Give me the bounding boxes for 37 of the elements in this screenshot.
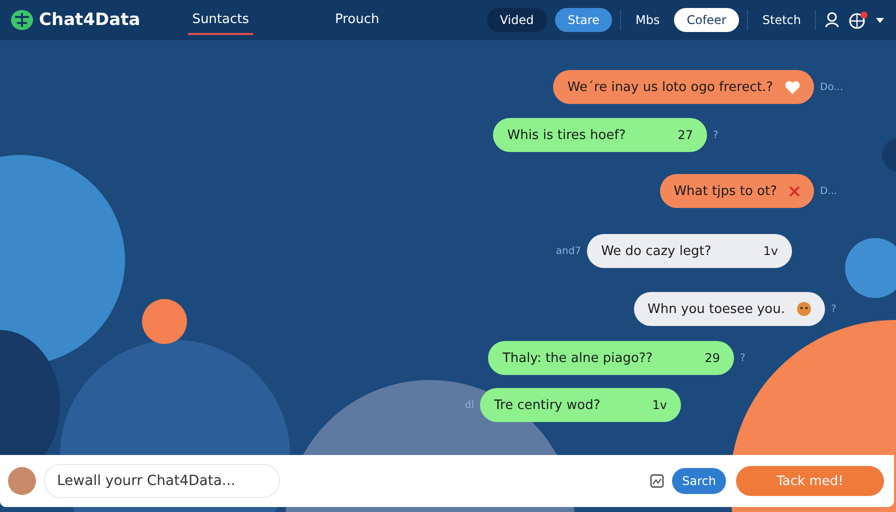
message-note: ? [713,130,720,140]
avatar [8,467,36,495]
decorative-circle [845,238,896,298]
message-text: Tre centiry wod? [494,398,600,412]
user-icon[interactable] [824,12,840,28]
caret-icon[interactable] [876,18,884,22]
nav-tab[interactable]: Suntacts [188,6,253,34]
message-time: 1v [762,244,778,258]
message-note: ? [831,304,838,314]
nav-button[interactable]: Stetch [756,8,807,32]
message-note: Do... [820,82,840,92]
globe-icon[interactable] [848,11,868,29]
nav-tab[interactable]: Prouch [331,6,384,34]
message-text: Whis is tires hoef? [507,128,626,142]
message-note: ? [740,352,746,364]
nav-button[interactable]: Mbs [629,8,666,32]
message-input[interactable]: Lewall yourr Chat4Data... [44,464,280,498]
nav-button[interactable]: Vided [486,8,547,32]
message-text: Thaly: the alne piago?? [502,350,653,366]
message-text: What tjps to ot? [674,184,777,198]
search-button[interactable]: Sarch [672,468,726,494]
message-time: 27 [676,128,693,142]
image-icon[interactable] [650,474,664,488]
logo-icon [10,9,34,31]
app-logo: Chat4Data [39,10,140,30]
message-text: We´re inay us loto ogo frerect.? [567,80,773,94]
heart-icon [785,80,800,94]
message-time: 1v [651,398,667,412]
message-text: We do cazy legt? [601,244,712,258]
message-note: dl [464,400,474,410]
nav-button[interactable]: Stare [554,8,612,32]
message-text: Whn you toesee you. [648,302,785,316]
nav-button[interactable]: Cofeer [674,8,740,32]
emoji-icon [797,302,811,316]
message-note: D... [820,186,838,196]
message-time: 29 [704,351,720,365]
message-note: and7 [556,246,582,256]
